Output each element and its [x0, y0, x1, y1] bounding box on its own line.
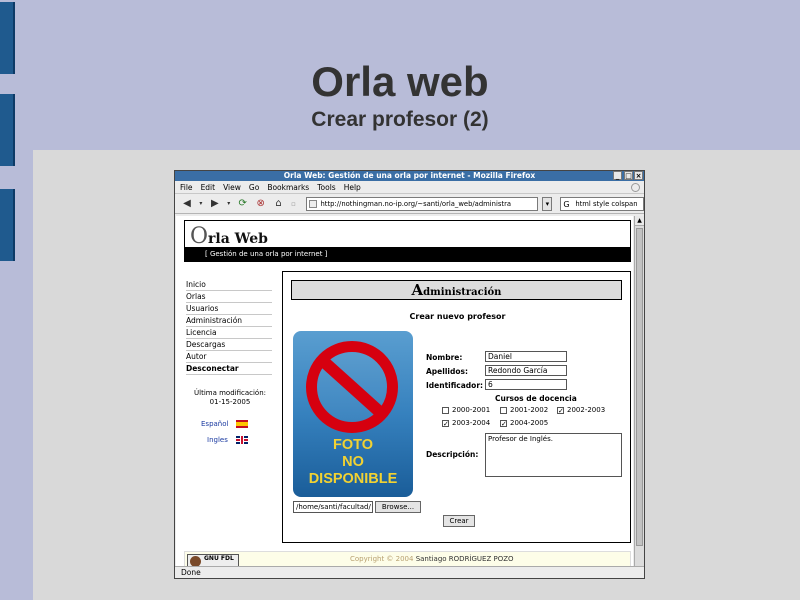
url-dropdown-icon[interactable]: ▾ — [542, 196, 553, 211]
url-input[interactable]: http://nothingman.no-ip.org/~santi/orla_… — [305, 196, 539, 211]
last-modified: Última modificación: 01-15-2005 — [184, 389, 276, 407]
menu-edit[interactable]: Edit — [201, 183, 216, 192]
uk-flag-icon — [235, 436, 248, 444]
menu-view[interactable]: View — [223, 183, 241, 192]
language-english-label: Ingles — [207, 436, 228, 444]
menu-bookmarks[interactable]: Bookmarks — [267, 183, 309, 192]
side-menu-item-inicio[interactable]: Inicio — [186, 279, 272, 291]
browse-button[interactable]: Browse... — [375, 501, 421, 513]
home-icon[interactable]: ⌂ — [272, 197, 286, 211]
curso-checkbox-2002-2003[interactable]: ✓ 2002-2003 — [557, 406, 605, 414]
forward-arrow-icon[interactable]: ▶ — [208, 197, 222, 211]
photo-unavailable-text: FOTO NO DISPONIBLE — [308, 437, 398, 487]
stop-icon[interactable]: ⊗ — [254, 197, 268, 211]
curso-checkbox-2003-2004[interactable]: ✓ 2003-2004 — [442, 419, 490, 427]
site-tagline: [ Gestión de una orla por internet ] — [185, 247, 630, 261]
bookmark-icon[interactable]: ▫ — [290, 197, 298, 211]
checkbox-checked-icon[interactable]: ✓ — [557, 406, 564, 414]
side-menu-item-orlas[interactable]: Orlas — [186, 291, 272, 303]
spain-flag-icon — [236, 420, 249, 428]
window-titlebar[interactable]: Orla Web: Gestión de una orla por intern… — [175, 171, 644, 181]
cursos-label: Cursos de docencia — [495, 394, 577, 403]
copyright-text: Copyright © 2004 Santiago RODRÍGUEZ POZO — [350, 555, 514, 563]
nombre-input[interactable]: Daniel — [485, 351, 567, 362]
language-spanish[interactable]: Español — [201, 420, 249, 428]
side-menu-item-autor[interactable]: Autor — [186, 351, 272, 363]
copyright-author[interactable]: Santiago RODRÍGUEZ POZO — [416, 555, 514, 563]
throbber-icon — [631, 183, 640, 192]
side-menu-item-administracion[interactable]: Administración — [186, 315, 272, 327]
descripcion-textarea[interactable]: Profesor de Inglés. — [485, 433, 622, 477]
minimize-icon[interactable]: _ — [613, 171, 622, 180]
apellidos-label: Apellidos: — [426, 367, 468, 376]
site-logo[interactable]: Orla Web — [190, 224, 268, 249]
url-text: http://nothingman.no-ip.org/~santi/orla_… — [320, 199, 512, 208]
menu-file[interactable]: File — [180, 183, 193, 192]
forward-dropdown-icon[interactable]: ▾ — [226, 197, 232, 211]
site-header: Orla Web [ Gestión de una orla por inter… — [184, 220, 631, 262]
curso-checkbox-2001-2002[interactable]: 2001-2002 — [500, 406, 548, 414]
last-modified-label: Última modificación: — [194, 389, 266, 397]
photo-placeholder: FOTO NO DISPONIBLE — [293, 331, 413, 497]
close-icon[interactable]: × — [634, 171, 643, 180]
checkbox-checked-icon[interactable]: ✓ — [500, 419, 507, 427]
scroll-up-icon[interactable]: ▲ — [635, 216, 644, 226]
side-menu: Inicio Orlas Usuarios Administración Lic… — [186, 279, 272, 375]
side-menu-item-usuarios[interactable]: Usuarios — [186, 303, 272, 315]
slide-accent-bar — [0, 189, 15, 261]
page-content: Orla Web [ Gestión de una orla por inter… — [176, 216, 633, 567]
page-icon — [308, 199, 317, 208]
search-text: html style colspan — [575, 199, 638, 208]
side-menu-item-descargas[interactable]: Descargas — [186, 339, 272, 351]
browser-menubar: File Edit View Go Bookmarks Tools Help — [175, 181, 644, 194]
descripcion-label: Descripción: — [426, 450, 479, 459]
menu-help[interactable]: Help — [344, 183, 361, 192]
language-english[interactable]: Ingles — [207, 436, 248, 444]
side-menu-item-licencia[interactable]: Licencia — [186, 327, 272, 339]
form-title: Crear nuevo profesor — [409, 312, 506, 321]
crear-button[interactable]: Crear — [443, 515, 475, 527]
back-dropdown-icon[interactable]: ▾ — [198, 197, 204, 211]
navigation-toolbar: ◀ ▾ ▶ ▾ ⟳ ⊗ ⌂ ▫ http://nothingman.no-ip.… — [175, 194, 644, 214]
identificador-input[interactable]: 6 — [485, 379, 567, 390]
window-title: Orla Web: Gestión de una orla por intern… — [283, 171, 536, 180]
admin-header: Administración — [291, 280, 622, 300]
checkbox-unchecked-icon[interactable] — [500, 406, 507, 414]
site-footer: GNU FDL Copyright © 2004 Santiago RODRÍG… — [184, 551, 631, 567]
last-modified-date: 01-15-2005 — [209, 398, 251, 406]
photo-file-input[interactable]: /home/santi/facultad/ — [293, 501, 373, 513]
apellidos-input[interactable]: Redondo García — [485, 365, 567, 376]
checkbox-unchecked-icon[interactable] — [442, 406, 449, 414]
slide-subtitle: Crear profesor (2) — [311, 108, 489, 131]
curso-checkbox-2004-2005[interactable]: ✓ 2004-2005 — [500, 419, 548, 427]
search-input[interactable]: G html style colspan — [560, 196, 644, 211]
browser-window: Orla Web: Gestión de una orla por intern… — [174, 170, 645, 579]
slide-title: Orla web — [311, 58, 489, 105]
menu-go[interactable]: Go — [249, 183, 259, 192]
search-engine-icon[interactable]: G — [563, 199, 569, 210]
curso-checkbox-2000-2001[interactable]: 2000-2001 — [442, 406, 490, 414]
back-arrow-icon[interactable]: ◀ — [180, 197, 194, 211]
vertical-scrollbar[interactable]: ▲ — [634, 216, 644, 567]
status-bar: Done — [175, 566, 644, 578]
identificador-label: Identificador: — [426, 381, 484, 390]
maximize-icon[interactable]: □ — [624, 171, 633, 180]
prohibited-icon — [306, 341, 398, 433]
reload-icon[interactable]: ⟳ — [236, 197, 250, 211]
scroll-thumb[interactable] — [636, 228, 643, 546]
checkbox-checked-icon[interactable]: ✓ — [442, 419, 449, 427]
nombre-label: Nombre: — [426, 353, 463, 362]
side-menu-item-desconectar[interactable]: Desconectar — [186, 363, 272, 375]
language-spanish-label: Español — [201, 420, 229, 428]
status-text: Done — [181, 568, 201, 577]
menu-tools[interactable]: Tools — [317, 183, 335, 192]
admin-panel: Administración Crear nuevo profesor FOTO… — [282, 271, 631, 543]
